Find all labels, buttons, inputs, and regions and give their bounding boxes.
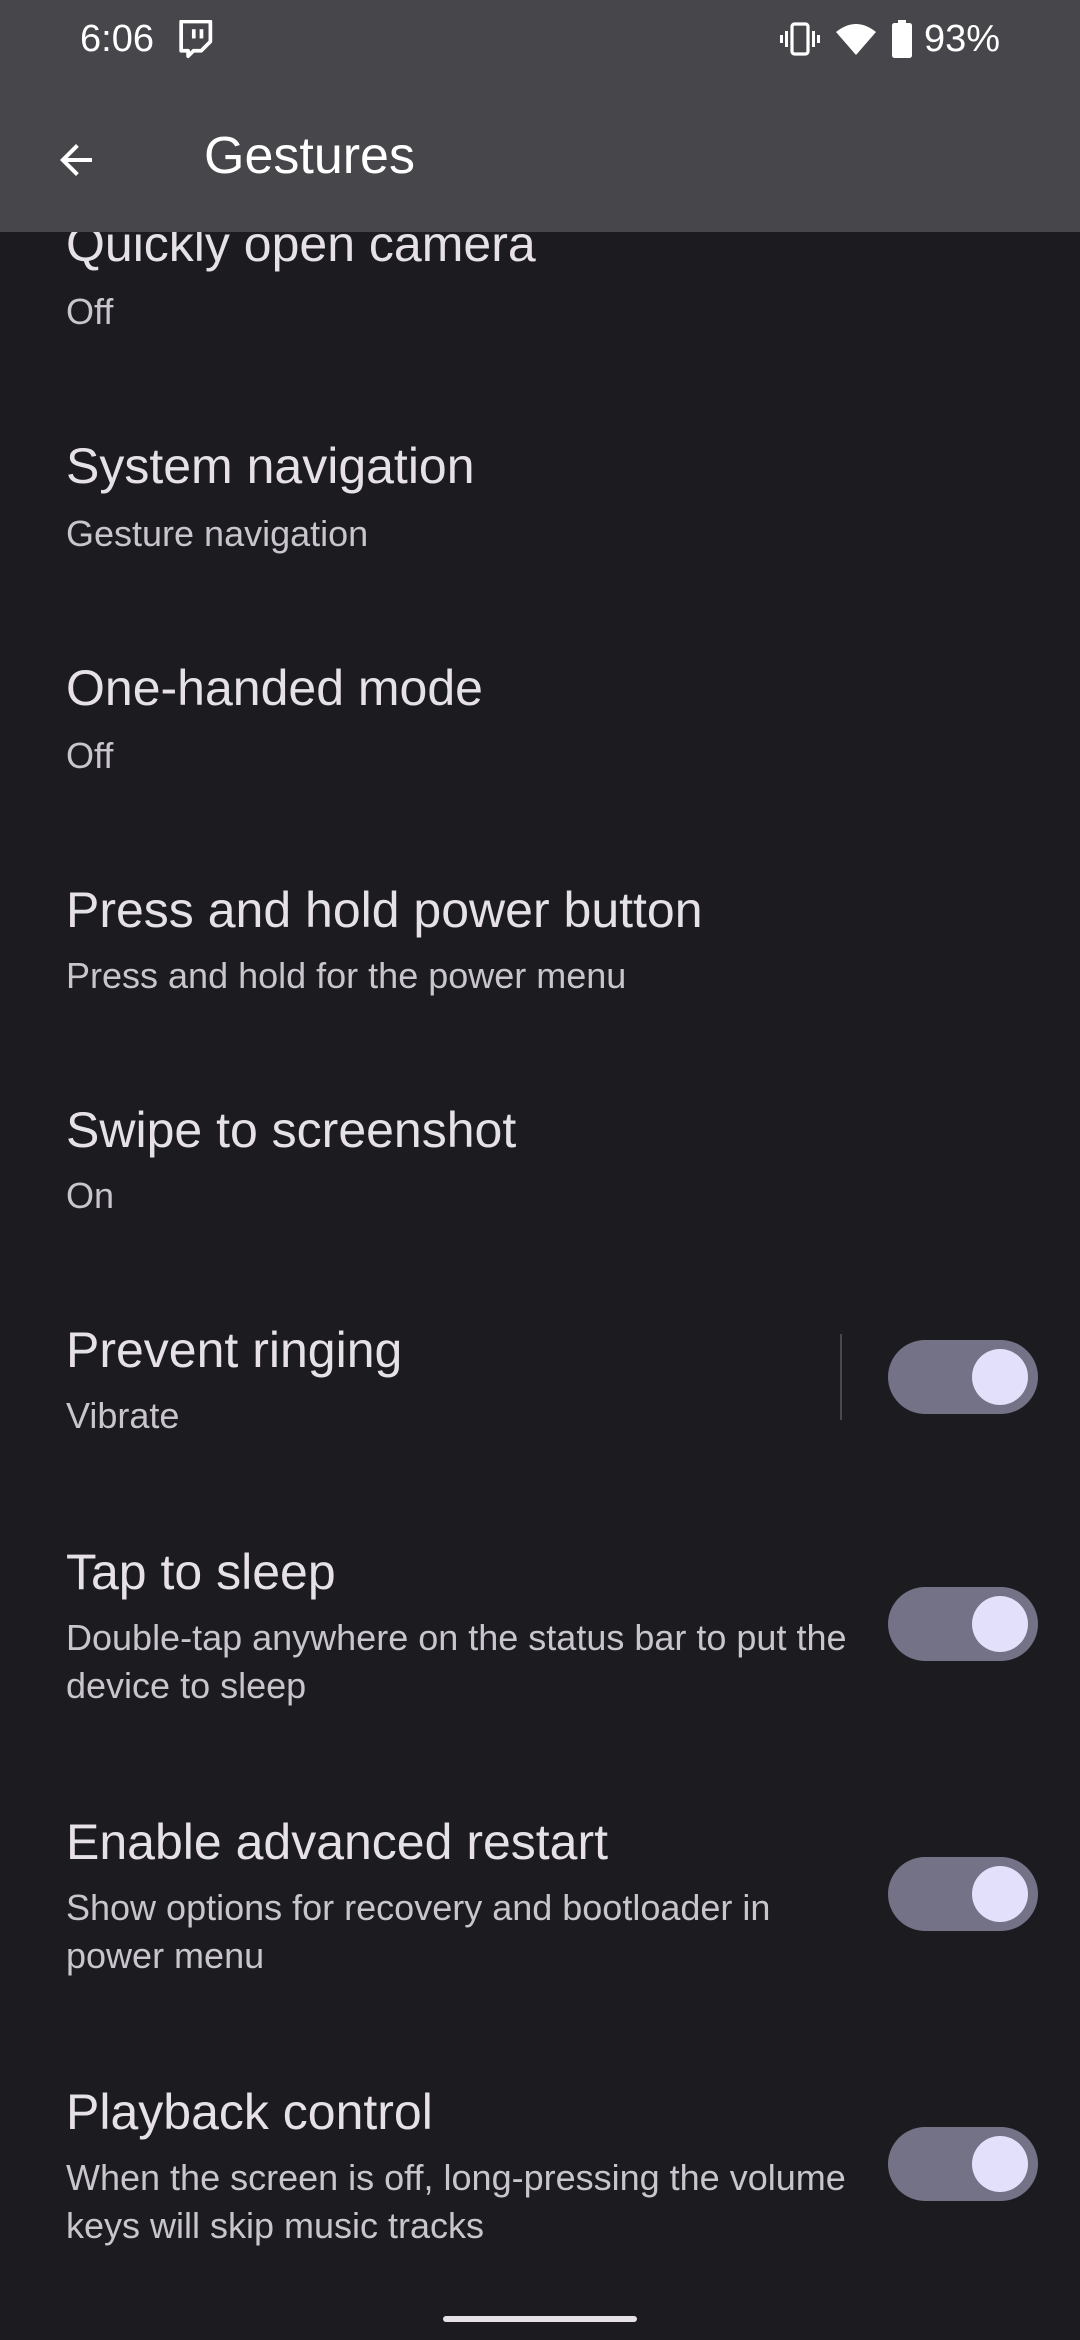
back-button[interactable] [32, 116, 120, 204]
prevent-ringing-toggle[interactable] [888, 1340, 1038, 1414]
battery-percent: 93% [923, 17, 1000, 60]
page-title: Gestures [204, 127, 415, 185]
setting-swipe-to-screenshot[interactable]: Swipe to screenshot On [0, 1060, 1080, 1260]
setting-title: System navigation [66, 438, 475, 494]
setting-summary: Off [66, 735, 114, 776]
setting-summary: Double-tap anywhere on the status bar to… [66, 1617, 847, 1706]
setting-one-handed-mode[interactable]: One-handed mode Off [0, 620, 1080, 820]
vibrate-icon [779, 22, 820, 56]
enable-advanced-restart-toggle[interactable] [888, 1857, 1038, 1931]
setting-summary: On [66, 1175, 115, 1216]
toggle-thumb [972, 1596, 1028, 1652]
setting-title: Prevent ringing [66, 1322, 403, 1378]
battery-icon [891, 20, 912, 58]
setting-tap-to-sleep[interactable]: Tap to sleep Double-tap anywhere on the … [0, 1520, 1080, 1740]
status-time: 6:06 [80, 18, 154, 60]
tap-to-sleep-toggle[interactable] [888, 1587, 1038, 1661]
setting-summary: Show options for recovery and bootloader… [66, 1887, 771, 1976]
setting-title: Press and hold power button [66, 882, 703, 938]
app-bar: Gestures [0, 80, 1080, 232]
setting-summary: Vibrate [66, 1395, 180, 1436]
setting-title: One-handed mode [66, 660, 483, 716]
setting-system-navigation[interactable]: System navigation Gesture navigation [0, 400, 1080, 600]
setting-summary: Press and hold for the power menu [66, 955, 627, 996]
setting-press-and-hold-power-button[interactable]: Press and hold power button Press and ho… [0, 840, 1080, 1040]
setting-summary: Off [66, 291, 114, 332]
settings-list[interactable]: Quickly open camera Off System navigatio… [0, 0, 1080, 2340]
header: 6:06 93% Gestures [0, 0, 1080, 232]
setting-prevent-ringing[interactable]: Prevent ringing Vibrate [0, 1280, 1080, 1480]
setting-title: Tap to sleep [66, 1544, 336, 1600]
setting-summary: Gesture navigation [66, 513, 369, 554]
toggle-thumb [972, 1349, 1028, 1405]
setting-enable-advanced-restart[interactable]: Enable advanced restart Show options for… [0, 1790, 1080, 2010]
setting-title: Playback control [66, 2084, 433, 2140]
wifi-icon [835, 24, 876, 55]
status-bar: 6:06 93% [0, 0, 1080, 80]
setting-summary: When the screen is off, long-pressing th… [66, 2157, 846, 2246]
arrow-back-icon [60, 144, 92, 176]
setting-playback-control[interactable]: Playback control When the screen is off,… [0, 2060, 1080, 2280]
setting-title: Swipe to screenshot [66, 1102, 517, 1158]
toggle-thumb [972, 1866, 1028, 1922]
twitch-icon [179, 20, 213, 58]
home-indicator[interactable] [443, 2316, 637, 2322]
toggle-thumb [972, 2136, 1028, 2192]
status-icons: 93% [779, 14, 1000, 64]
setting-title: Enable advanced restart [66, 1814, 609, 1870]
playback-control-toggle[interactable] [888, 2127, 1038, 2201]
item-divider [840, 1334, 842, 1420]
